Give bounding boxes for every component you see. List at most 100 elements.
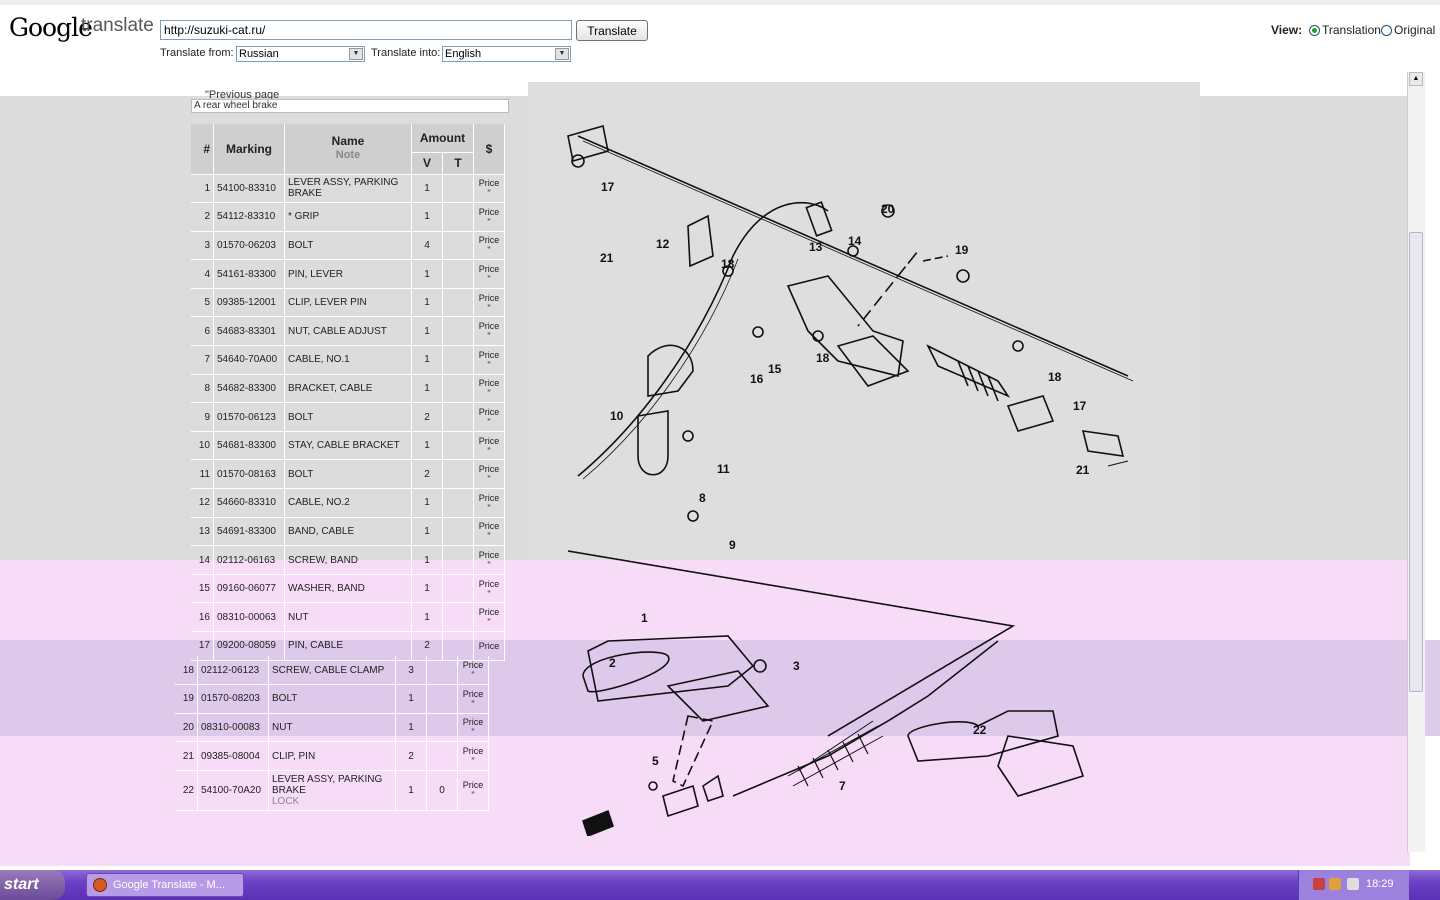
row-price-link[interactable]: Price " [457, 770, 489, 811]
row-amount-v-text: 1 [424, 182, 430, 194]
row-price-link-text[interactable]: Price " [479, 521, 500, 541]
row-price-link-text[interactable]: Price " [463, 780, 484, 800]
table-row: 16 08310-00063 NUT 1 Price " [191, 602, 505, 632]
row-price-link[interactable]: Price " [457, 741, 489, 771]
row-price-link-text[interactable]: Price " [479, 464, 500, 484]
row-name-text: CLIP, PIN [272, 750, 316, 762]
table-row: 3 01570-06203 BOLT 4 Price " [191, 231, 505, 261]
table-row: 6 54683-83301 NUT, CABLE ADJUST 1 Price " [191, 316, 505, 347]
row-amount-t [442, 459, 474, 490]
row-amount-v-text: 1 [424, 354, 430, 366]
chevron-down-icon[interactable]: ▼ [555, 48, 569, 60]
row-price-link[interactable]: Price " [473, 459, 505, 490]
row-price-link-text[interactable]: Price " [479, 350, 500, 370]
row-name-text: WASHER, BAND [288, 583, 365, 595]
callout-17: 17 [1073, 399, 1087, 413]
col-header-amount: Amount [411, 124, 474, 153]
row-price-link[interactable]: Price " [473, 574, 505, 604]
security-icon[interactable] [1329, 878, 1341, 890]
row-price-link-text[interactable]: Price [479, 641, 500, 651]
row-price-link[interactable]: Price " [457, 684, 489, 714]
chevron-down-icon[interactable]: ▼ [349, 48, 363, 60]
view-original-label[interactable]: Original [1394, 23, 1435, 37]
google-logo[interactable]: Google [9, 13, 93, 42]
col-header-num: # [191, 124, 214, 175]
taskbar-item-google-translate[interactable]: Google Translate - M... [86, 873, 244, 897]
row-price-link[interactable]: Price " [473, 174, 505, 204]
row-amount-v-text: 2 [408, 750, 414, 762]
view-original-radio[interactable] [1381, 25, 1392, 36]
scroll-up-icon[interactable]: ▲ [1409, 72, 1423, 86]
row-marking-text: 54660-83310 [217, 497, 276, 509]
row-price-link[interactable]: Price " [473, 374, 505, 404]
volume-icon[interactable] [1347, 878, 1359, 890]
row-price-link[interactable]: Price " [457, 656, 489, 686]
table-row: 19 01570-08203 BOLT 1 Price " [175, 684, 489, 714]
lever-base-22 [997, 735, 1085, 797]
row-price-link-text[interactable]: Price " [479, 293, 500, 313]
view-translation-radio[interactable] [1309, 25, 1320, 36]
row-marking-text: 54691-83300 [217, 525, 276, 537]
row-price-link[interactable]: Price " [473, 517, 505, 547]
lever-pin [662, 784, 699, 818]
row-price-link-text[interactable]: Price " [463, 717, 484, 737]
row-name-text: PIN, CABLE [288, 640, 344, 652]
row-price-link-text[interactable]: Price " [479, 579, 500, 599]
row-price-link-text[interactable]: Price " [479, 607, 500, 627]
row-amount-v-text: 1 [424, 382, 430, 394]
network-icon[interactable] [1313, 878, 1325, 890]
row-amount-t [442, 574, 474, 604]
start-button[interactable]: start [0, 870, 65, 900]
row-price-link[interactable]: Price " [473, 259, 505, 289]
row-price-link-text[interactable]: Price " [479, 264, 500, 284]
row-price-link[interactable]: Price " [473, 488, 505, 518]
row-price-link-text[interactable]: Price " [463, 746, 484, 766]
row-name: STAY, CABLE BRACKET [284, 431, 412, 461]
translate-button[interactable]: Translate [576, 20, 648, 41]
translate-from-select[interactable]: Russian ▼ [236, 46, 365, 62]
row-num: 20 [175, 713, 198, 743]
row-amount-t [442, 345, 474, 375]
row-amount-t [426, 684, 458, 714]
row-name: CLIP, PIN [268, 741, 396, 771]
row-price-link-text[interactable]: Price " [479, 207, 500, 227]
row-name-text: LEVER ASSY, PARKING BRAKE [272, 773, 383, 796]
row-price-link[interactable]: Price " [473, 545, 505, 575]
row-price-link-text[interactable]: Price " [479, 178, 500, 198]
row-amount-t [442, 288, 474, 318]
vertical-scrollbar[interactable]: ▲ [1407, 72, 1425, 852]
translate-into-select[interactable]: English ▼ [442, 46, 571, 62]
row-price-link-text[interactable]: Price " [479, 550, 500, 570]
row-price-link-text[interactable]: Price " [463, 689, 484, 709]
callout-20: 20 [881, 202, 895, 216]
row-num-text: 19 [182, 693, 194, 705]
row-marking: 54681-83300 [213, 431, 285, 461]
callout-18: 18 [721, 257, 735, 271]
row-price-link[interactable]: Price " [473, 316, 505, 347]
row-price-link[interactable]: Price " [473, 602, 505, 632]
row-price-link[interactable]: Price " [473, 402, 505, 432]
row-price-link[interactable]: Price " [457, 713, 489, 743]
row-price-link-text[interactable]: Price " [479, 235, 500, 255]
row-price-link[interactable]: Price " [473, 231, 505, 261]
row-amount-v-text: 2 [424, 640, 430, 652]
row-price-link[interactable]: Price " [473, 431, 505, 461]
row-price-link-text[interactable]: Price " [479, 407, 500, 427]
stay-bracket [647, 344, 694, 397]
row-price-link-text[interactable]: Price " [479, 378, 500, 398]
row-price-link-text[interactable]: Price " [479, 493, 500, 513]
url-input[interactable] [160, 20, 572, 40]
row-amount-t-text: 0 [439, 784, 445, 796]
row-marking-text: 54100-83310 [217, 182, 276, 194]
row-price-link[interactable]: Price " [473, 288, 505, 318]
view-translation-label[interactable]: Translation [1322, 23, 1381, 37]
row-price-link[interactable]: Price " [473, 345, 505, 375]
row-amount-v-text: 1 [424, 583, 430, 595]
row-amount-v: 2 [411, 459, 443, 490]
row-price-link[interactable]: Price " [473, 202, 505, 232]
row-price-link-text[interactable]: Price " [463, 660, 484, 680]
row-price-link-text[interactable]: Price " [479, 321, 500, 341]
row-num-text: 8 [204, 382, 210, 394]
scrollbar-thumb[interactable] [1409, 232, 1423, 692]
row-price-link-text[interactable]: Price " [479, 436, 500, 456]
